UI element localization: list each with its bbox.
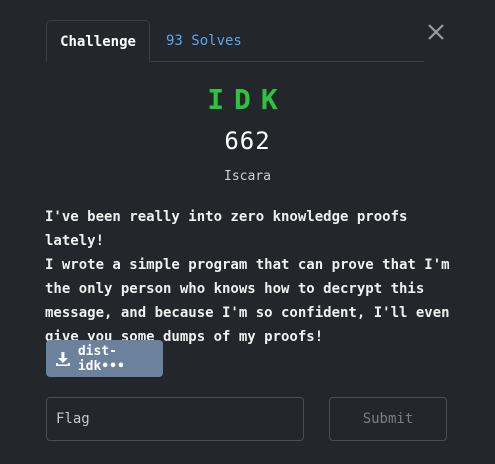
- submit-button[interactable]: Submit: [329, 397, 447, 441]
- download-file-button[interactable]: dist-idk•••: [46, 340, 163, 377]
- tab-solves[interactable]: 93 Solves: [152, 20, 256, 60]
- flag-input[interactable]: [46, 397, 304, 441]
- description-line: I've been really into zero knowledge pro…: [45, 209, 408, 249]
- tab-challenge[interactable]: Challenge: [46, 20, 150, 62]
- challenge-points: 662: [224, 127, 271, 155]
- description-line: message, and because I'm so confident, I…: [45, 305, 450, 321]
- description-line: the only person who knows how to decrypt…: [45, 281, 425, 297]
- tab-bar: Challenge 93 Solves: [46, 20, 424, 62]
- challenge-description: I've been really into zero knowledge pro…: [45, 205, 465, 349]
- challenge-author: Iscara: [224, 169, 271, 184]
- download-file-label: dist-idk•••: [77, 343, 125, 374]
- download-icon: [55, 351, 70, 366]
- challenge-title: IDK: [207, 83, 288, 116]
- close-icon[interactable]: [424, 20, 448, 44]
- description-line: I wrote a simple program that can prove …: [45, 257, 450, 273]
